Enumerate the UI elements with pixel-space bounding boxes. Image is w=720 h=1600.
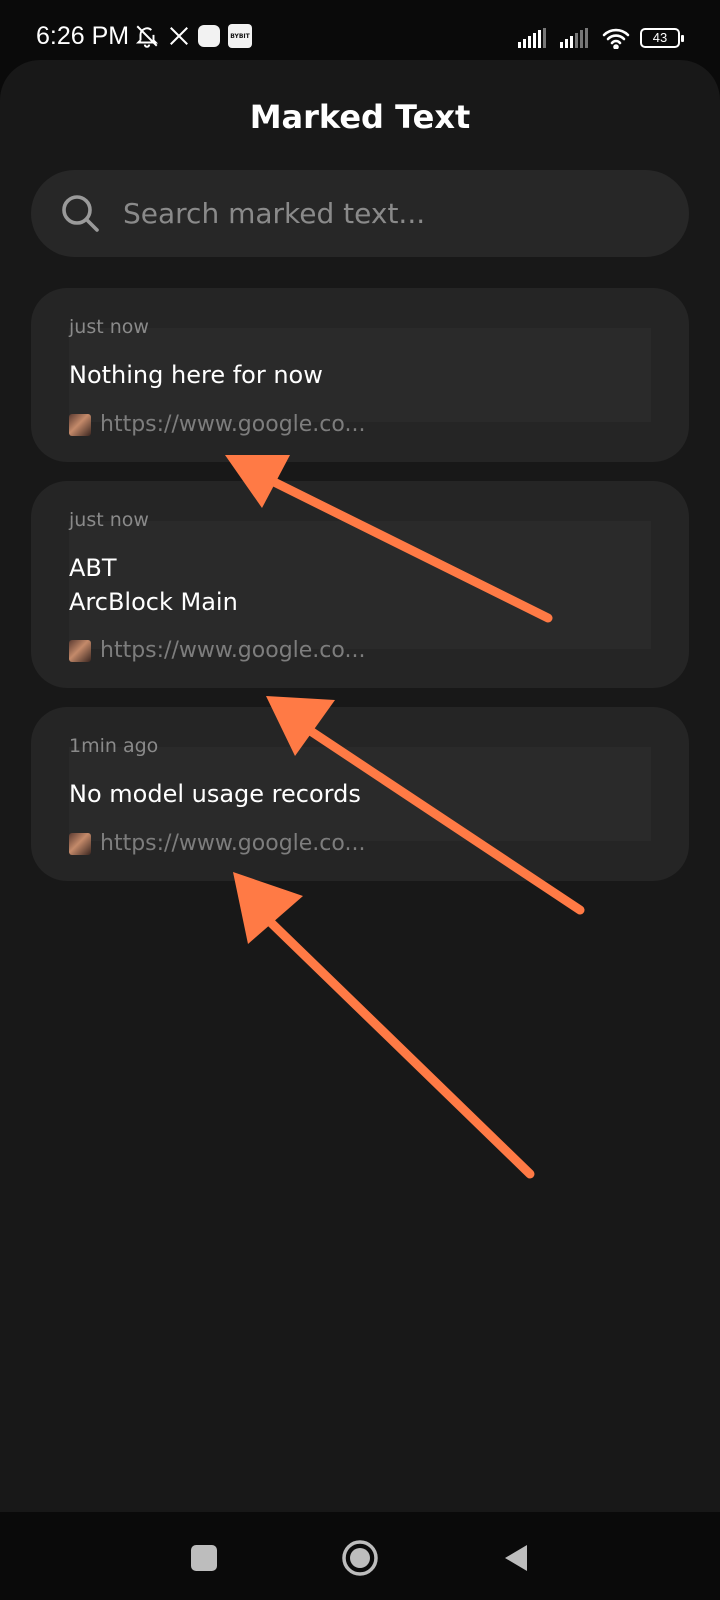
status-icons-right: 43 bbox=[518, 24, 684, 52]
square-icon bbox=[191, 1545, 217, 1571]
marked-text-card[interactable]: 1min ago No model usage records https://… bbox=[31, 707, 689, 881]
marked-text-card[interactable]: just now ABT ArcBlock Main https://www.g… bbox=[31, 481, 689, 688]
page-title: Marked Text bbox=[249, 98, 471, 136]
app-icon bbox=[198, 25, 220, 47]
bybit-icon: BYBIT bbox=[228, 24, 252, 48]
card-text: ABT ArcBlock Main bbox=[69, 554, 238, 616]
card-source-link[interactable]: https://www.google.co... bbox=[69, 412, 365, 437]
favicon-icon bbox=[69, 639, 91, 662]
status-bar: 6:26 PM BYBIT 43 bbox=[0, 0, 720, 64]
card-timestamp: just now bbox=[69, 509, 149, 531]
bell-off-icon bbox=[134, 23, 160, 49]
search-bar[interactable] bbox=[31, 170, 689, 257]
search-input[interactable] bbox=[123, 170, 663, 257]
status-time: 6:26 PM bbox=[36, 22, 130, 50]
back-triangle-icon bbox=[505, 1545, 527, 1571]
home-circle-icon bbox=[342, 1540, 378, 1576]
card-source-link[interactable]: https://www.google.co... bbox=[69, 638, 365, 663]
navigation-bar bbox=[0, 1512, 720, 1600]
card-timestamp: just now bbox=[69, 316, 149, 338]
favicon-icon bbox=[69, 832, 91, 855]
status-icons-left: BYBIT bbox=[134, 22, 252, 50]
favicon-icon bbox=[69, 413, 91, 436]
card-timestamp: 1min ago bbox=[69, 735, 159, 757]
search-icon bbox=[59, 192, 103, 236]
wifi-icon bbox=[602, 27, 630, 49]
card-link-text: https://www.google.co... bbox=[100, 831, 366, 856]
card-text: Nothing here for now bbox=[69, 361, 323, 389]
battery-icon: 43 bbox=[640, 28, 684, 48]
card-text: No model usage records bbox=[69, 780, 361, 808]
recents-button[interactable] bbox=[176, 1530, 232, 1586]
card-link-text: https://www.google.co... bbox=[100, 412, 366, 437]
home-button[interactable] bbox=[332, 1530, 388, 1586]
signal-icon bbox=[518, 28, 550, 48]
signal-icon bbox=[560, 28, 592, 48]
card-link-text: https://www.google.co... bbox=[100, 638, 366, 663]
marked-text-card[interactable]: just now Nothing here for now https://ww… bbox=[31, 288, 689, 462]
back-button[interactable] bbox=[488, 1530, 544, 1586]
card-source-link[interactable]: https://www.google.co... bbox=[69, 831, 365, 856]
x-logo-icon bbox=[168, 25, 190, 47]
